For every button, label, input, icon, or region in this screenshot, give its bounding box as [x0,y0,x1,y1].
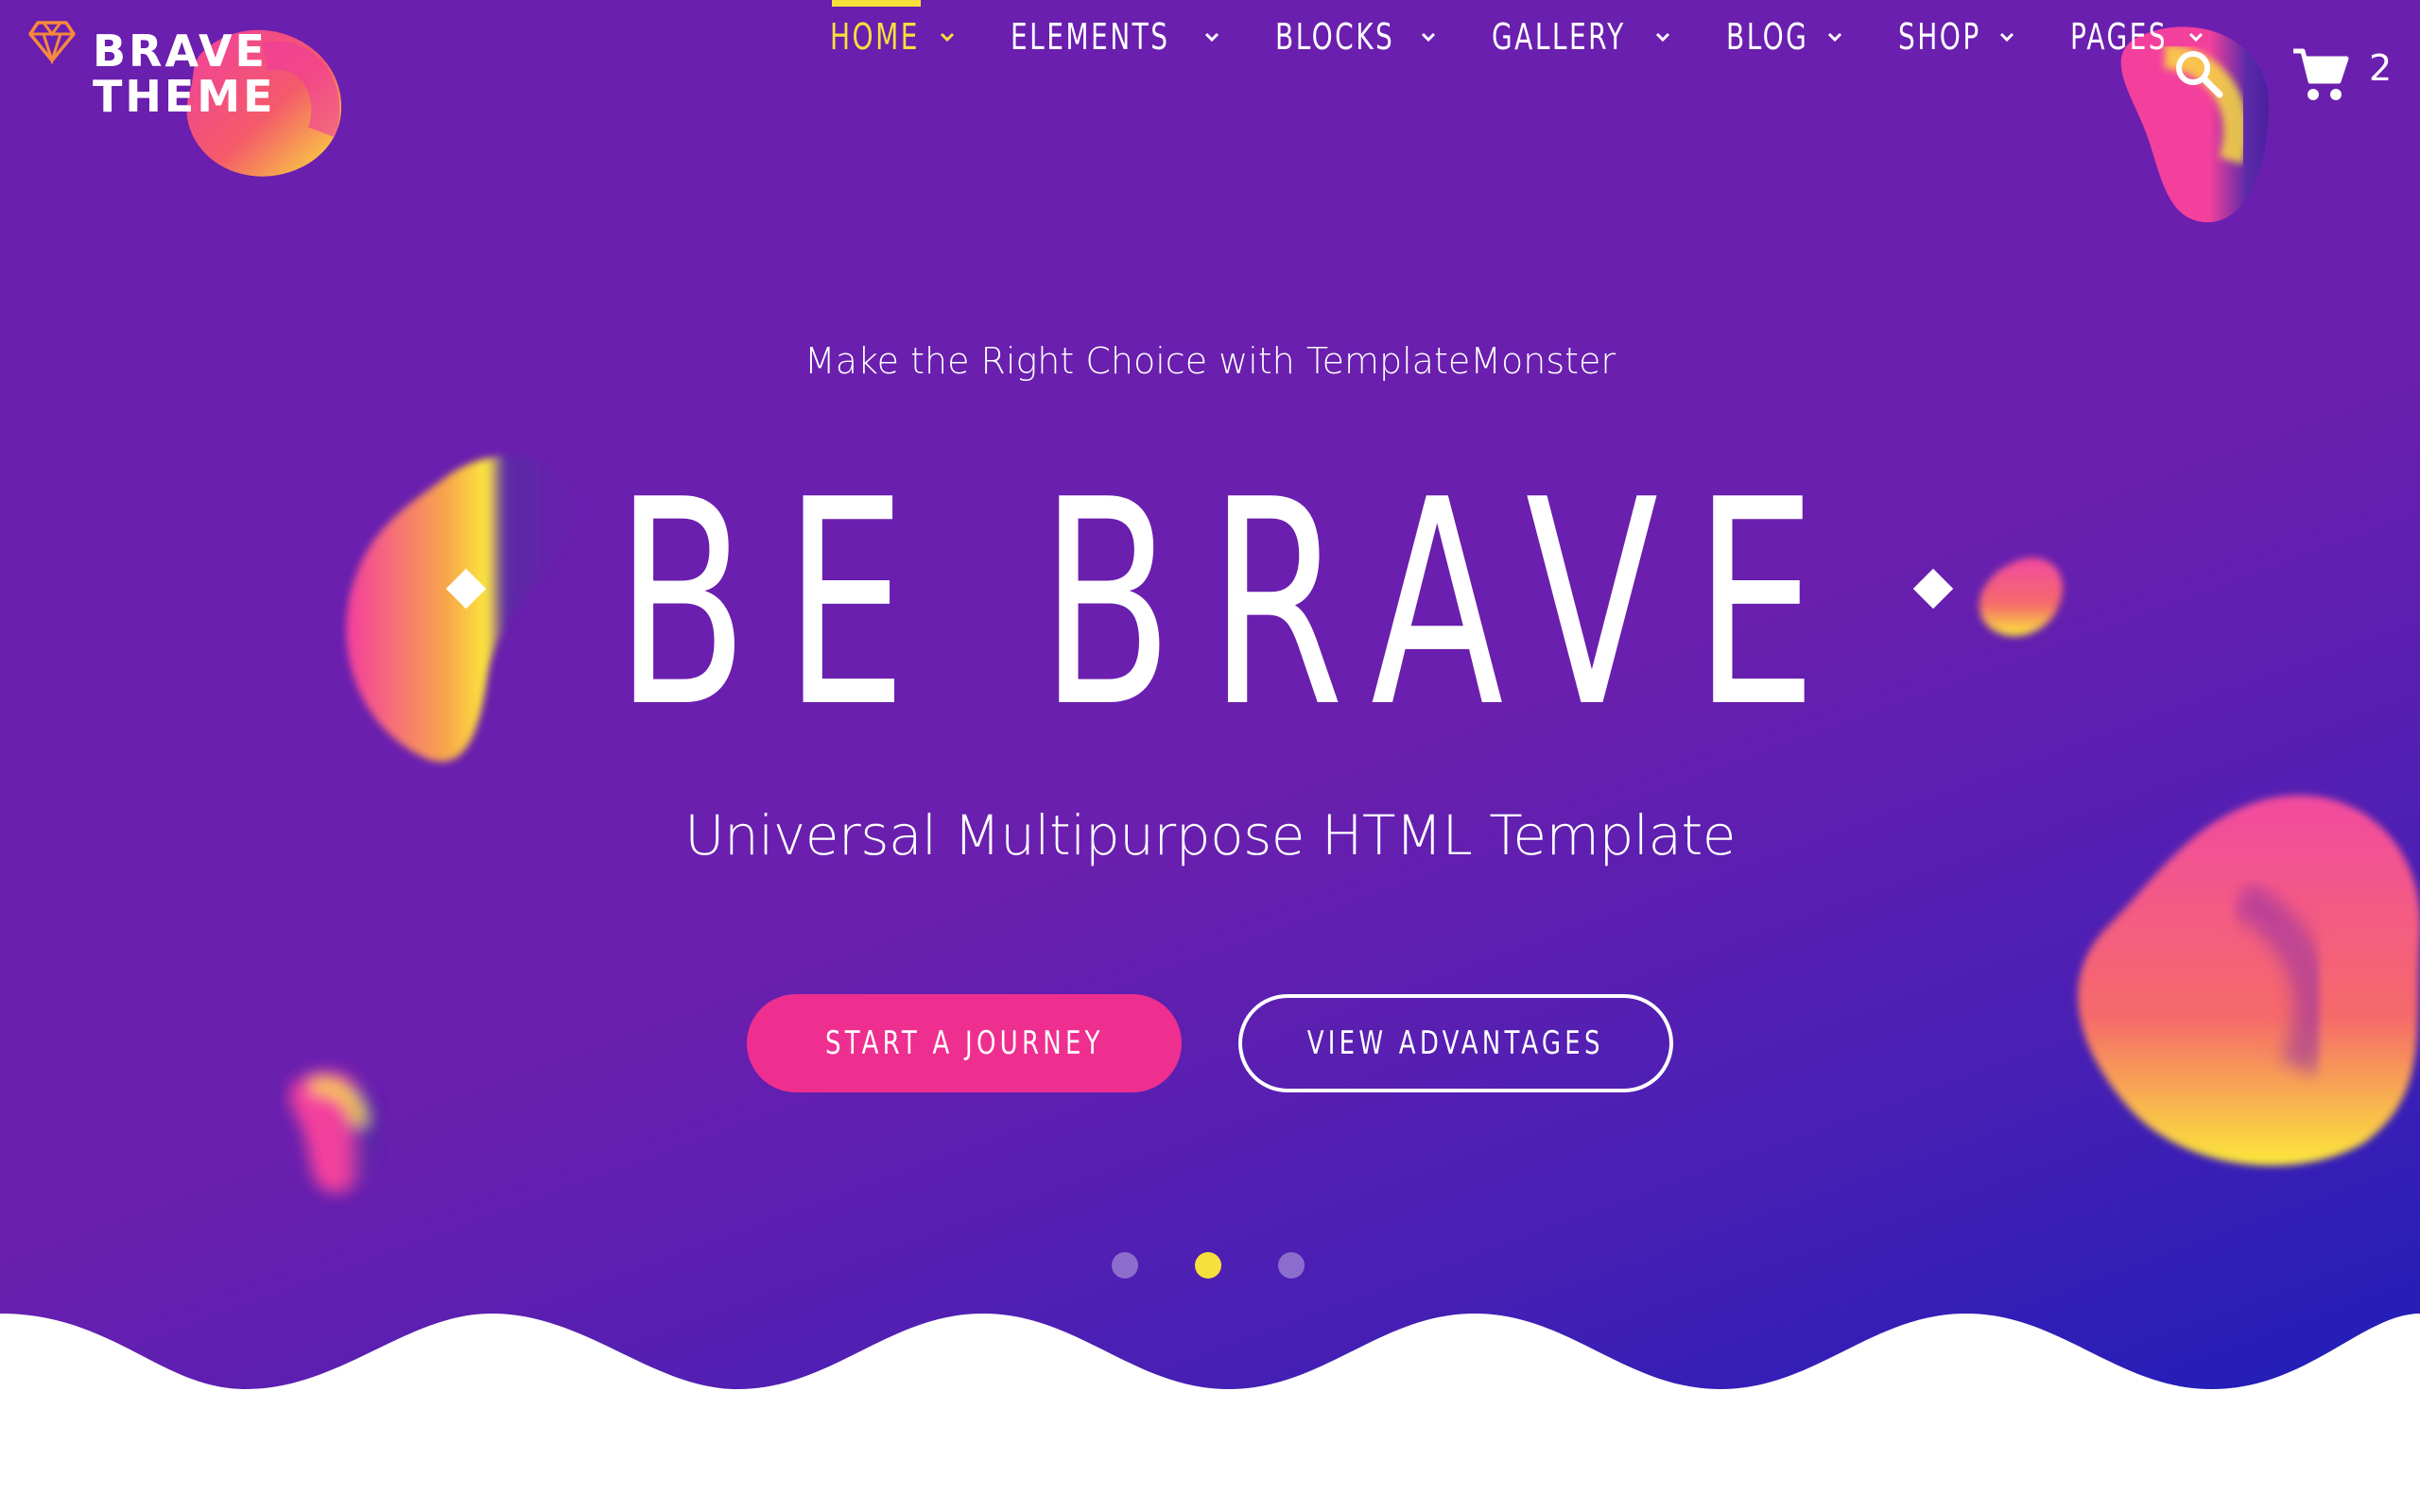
nav-item-elements[interactable]: ELEMENTS [1011,0,1223,151]
button-label: START A JOURNEY [824,1024,1104,1062]
main-navigation: HOME ELEMENTS BLOCKS GALLERY BLOG SHOP P… [830,0,2259,151]
logo-line-1: BRAVE [93,26,268,77]
nav-label: BLOG [1726,16,1809,58]
chevron-down-icon [2189,32,2204,43]
slide-dot-2[interactable] [1195,1252,1221,1279]
chevron-down-icon [1422,32,1436,43]
view-advantages-button[interactable]: VIEW ADVANTAGES [1238,994,1673,1092]
nav-label: BLOCKS [1275,16,1395,58]
nav-item-blog[interactable]: BLOG [1726,0,1846,151]
nav-item-home[interactable]: HOME [830,0,959,151]
diamond-icon [28,21,76,64]
chevron-down-icon [1205,32,1219,43]
logo-line-2: THEME [93,71,276,122]
search-icon[interactable] [2172,47,2225,100]
nav-label: SHOP [1897,16,1981,58]
chevron-down-icon [1655,32,1670,43]
slider-pagination [1112,1252,1361,1279]
nav-item-blocks[interactable]: BLOCKS [1275,0,1440,151]
button-label: VIEW ADVANTAGES [1306,1024,1605,1062]
hero-headline: BE BRAVE [0,444,2420,765]
cart-count-badge: 2 [2369,47,2393,89]
nav-label: HOME [830,16,920,58]
hero-subtitle: Make the Right Choice with TemplateMonst… [804,340,1616,382]
nav-item-gallery[interactable]: GALLERY [1492,0,1674,151]
brand-logo[interactable]: BRAVE THEME [26,17,310,130]
chevron-down-icon [1999,32,2014,43]
hero-section: BRAVE THEME HOME ELEMENTS BLOCKS GALLERY… [0,0,2420,1399]
logo-text: BRAVE THEME [93,28,276,119]
page-body [0,1399,2420,1512]
decorative-blob [289,1071,379,1194]
cart-icon[interactable] [2290,43,2352,106]
start-journey-button[interactable]: START A JOURNEY [747,994,1182,1092]
nav-label: GALLERY [1492,16,1626,58]
hero-headline-text: BE BRAVE [614,439,1853,769]
slide-dot-3[interactable] [1278,1252,1305,1279]
chevron-down-icon [1827,32,1841,43]
hero-tagline: Universal Multipurpose HTML Template [684,803,1736,868]
nav-label: PAGES [2069,16,2168,58]
slide-dot-1[interactable] [1112,1252,1138,1279]
nav-item-shop[interactable]: SHOP [1898,0,2018,151]
chevron-down-icon [940,32,954,43]
nav-label: ELEMENTS [1010,16,1170,58]
